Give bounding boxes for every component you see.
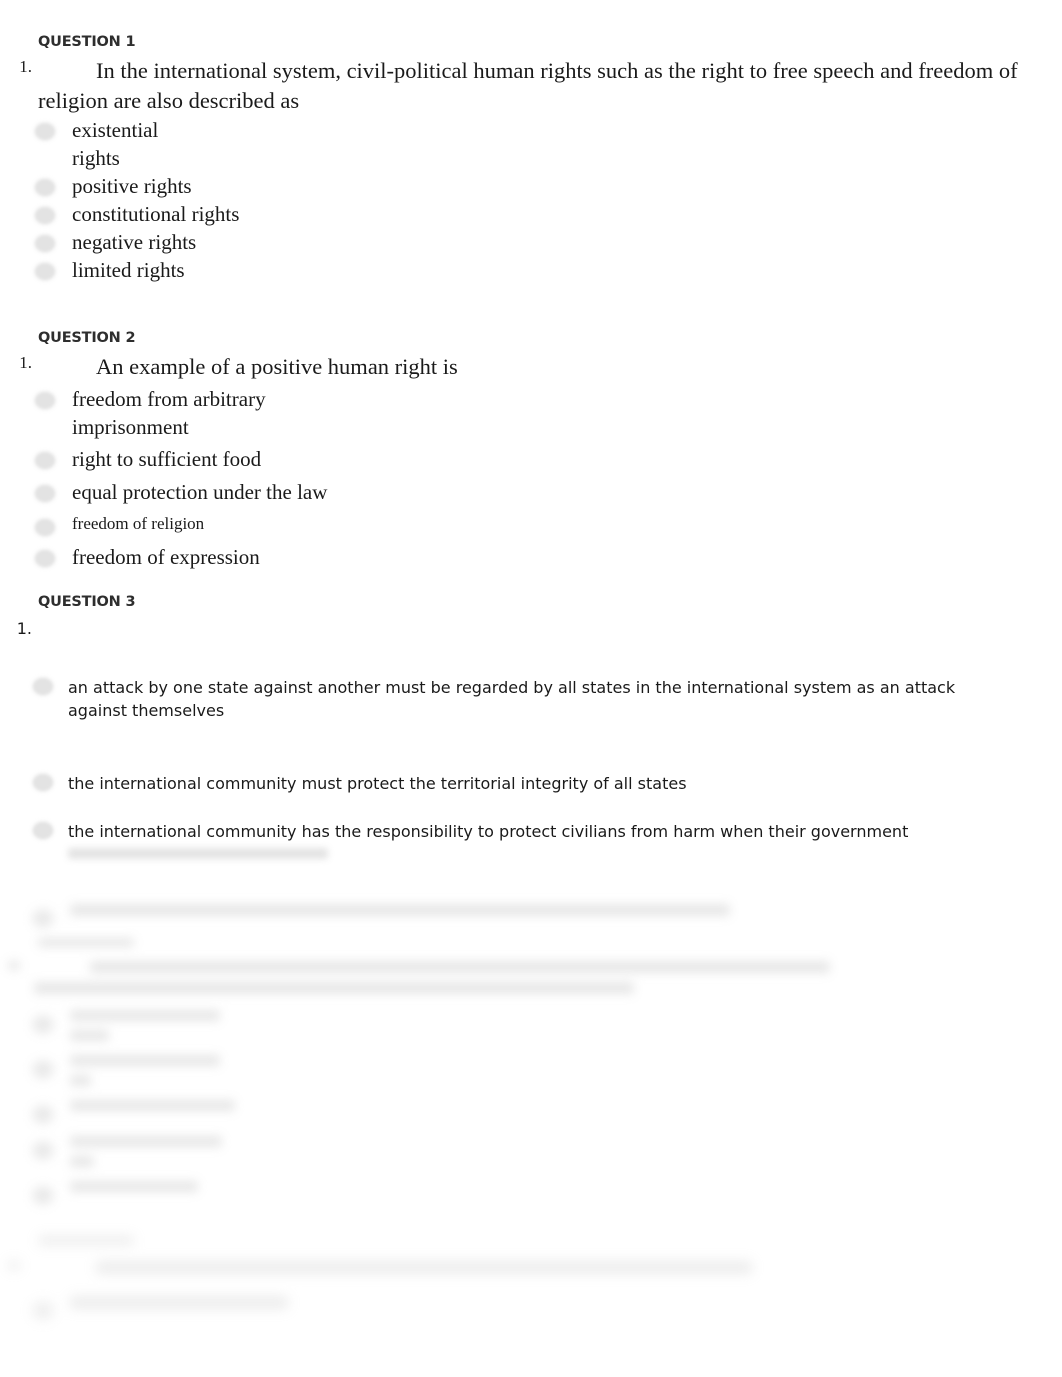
radio-button-icon[interactable] [34, 1017, 52, 1032]
radio-button-icon[interactable] [36, 392, 54, 408]
option-label: negative rights [72, 230, 197, 255]
question-1-stem: In the international system, civil-polit… [36, 56, 1062, 115]
question-4-options-illegible [0, 1010, 1062, 1203]
question-3-number: 1. [16, 619, 32, 638]
illegible-text [70, 1100, 235, 1111]
option-row[interactable]: an attack by one state against another m… [34, 676, 1062, 722]
option-row[interactable]: constitutional rights [36, 201, 1062, 229]
option-label: positive rights [72, 174, 192, 199]
radio-button-icon[interactable] [34, 1107, 52, 1122]
option-row[interactable]: positive rights [36, 173, 1062, 201]
question-5-stem-illegible [8, 1261, 1062, 1274]
radio-button-icon[interactable] [34, 1062, 52, 1077]
option-label: the international community must protect… [68, 774, 687, 794]
question-2-stem: An example of a positive human right is [36, 352, 1062, 382]
radio-button-icon[interactable] [34, 1188, 52, 1203]
illegible-text [70, 1181, 198, 1192]
question-block-1: QUESTION 1 1. In the international syste… [0, 34, 1062, 285]
option-row[interactable]: freedom of expression [36, 544, 1062, 572]
illegible-text [34, 1261, 834, 1274]
question-1-options: existential rights positive rights const… [0, 117, 1062, 285]
option-label: freedom of religion [72, 514, 205, 534]
question-5-illegible [0, 1236, 1062, 1318]
radio-button-icon[interactable] [36, 263, 54, 279]
question-3-header: QUESTION 3 [38, 594, 136, 610]
radio-button-icon[interactable] [34, 679, 52, 694]
question-4-illegible [0, 938, 1062, 1203]
option-row[interactable]: equal protection under the law [36, 479, 1062, 507]
option-row[interactable] [34, 1136, 1062, 1167]
question-3-options: an attack by one state against another m… [0, 676, 1062, 796]
question-1-stem-row: 1. In the international system, civil-po… [0, 56, 1062, 115]
option-row[interactable]: the international community must protect… [34, 772, 1062, 795]
radio-button-icon[interactable] [36, 180, 54, 196]
option-row[interactable] [34, 1181, 1062, 1203]
option-label: limited rights [72, 257, 185, 282]
illegible-text [68, 848, 328, 859]
option-row[interactable] [34, 1100, 1062, 1122]
question-1-number: 1. [19, 57, 32, 76]
question-2-stem-row: 1. An example of a positive human right … [0, 352, 1062, 382]
illegible-text-row [34, 848, 1062, 859]
option-label: the international community has the resp… [68, 822, 909, 841]
option-label: equal protection under the law [72, 480, 328, 505]
radio-button-icon[interactable] [34, 1303, 52, 1318]
option-row[interactable]: right to sufficient food [36, 446, 1062, 474]
option-row[interactable] [34, 1296, 1062, 1318]
question-2-options: freedom from arbitrary imprisonment righ… [0, 386, 1062, 572]
radio-button-icon[interactable] [36, 452, 54, 468]
quiz-page: QUESTION 1 1. In the international syste… [0, 0, 1062, 1377]
option-row[interactable]: freedom from arbitrary imprisonment [36, 386, 1062, 442]
question-1-stem-text: In the international system, civil-polit… [38, 58, 1018, 113]
option-row[interactable]: limited rights [36, 257, 1062, 285]
radio-button-icon[interactable] [36, 236, 54, 252]
radio-button-icon[interactable] [36, 124, 54, 140]
question-2-header: QUESTION 2 [38, 330, 136, 346]
illegible-text [70, 1296, 288, 1309]
option-label: an attack by one state against another m… [68, 678, 956, 721]
illegible-text [70, 904, 730, 916]
radio-button-icon[interactable] [34, 1143, 52, 1158]
option-row[interactable]: freedom of religion [36, 513, 1062, 536]
question-3-option-4-illegible[interactable] [0, 904, 1062, 926]
radio-button-icon[interactable] [34, 823, 52, 838]
illegible-text [70, 1055, 220, 1086]
question-5-header-illegible [38, 1236, 1062, 1245]
question-2-stem-text: An example of a positive human right is [96, 354, 458, 379]
option-row[interactable] [34, 1010, 1062, 1041]
option-row[interactable]: existential rights [36, 117, 1062, 173]
radio-button-icon[interactable] [36, 208, 54, 224]
option-label: freedom from arbitrary imprisonment [72, 386, 266, 439]
illegible-text [70, 1136, 222, 1167]
radio-button-icon[interactable] [34, 911, 52, 926]
radio-button-icon[interactable] [36, 550, 54, 566]
option-label: freedom of expression [72, 544, 260, 569]
question-3-stem-row: 1. [0, 618, 1062, 644]
option-label: existential rights [72, 118, 159, 171]
question-2-number: 1. [19, 353, 32, 372]
question-4-stem-illegible [8, 961, 1062, 994]
option-label: constitutional rights [72, 202, 240, 227]
option-row[interactable] [34, 1055, 1062, 1086]
question-3-option-3[interactable]: the international community has the resp… [0, 820, 1062, 843]
option-row[interactable] [34, 904, 1062, 926]
question-block-3: QUESTION 3 1. an attack by one state aga… [0, 594, 1062, 796]
question-3-option-3-illegible-line [0, 848, 1062, 859]
radio-button-icon[interactable] [36, 486, 54, 502]
question-4-header-illegible [38, 938, 1062, 947]
radio-button-icon[interactable] [34, 775, 52, 791]
illegible-text [34, 961, 830, 994]
option-label: right to sufficient food [72, 446, 262, 471]
radio-button-icon[interactable] [36, 520, 54, 536]
option-row[interactable]: negative rights [36, 229, 1062, 257]
question-1-header: QUESTION 1 [38, 34, 136, 50]
question-3-stem [36, 618, 1062, 644]
question-block-2: QUESTION 2 1. An example of a positive h… [0, 330, 1062, 572]
illegible-text [70, 1010, 220, 1041]
option-row[interactable]: the international community has the resp… [34, 820, 1062, 843]
